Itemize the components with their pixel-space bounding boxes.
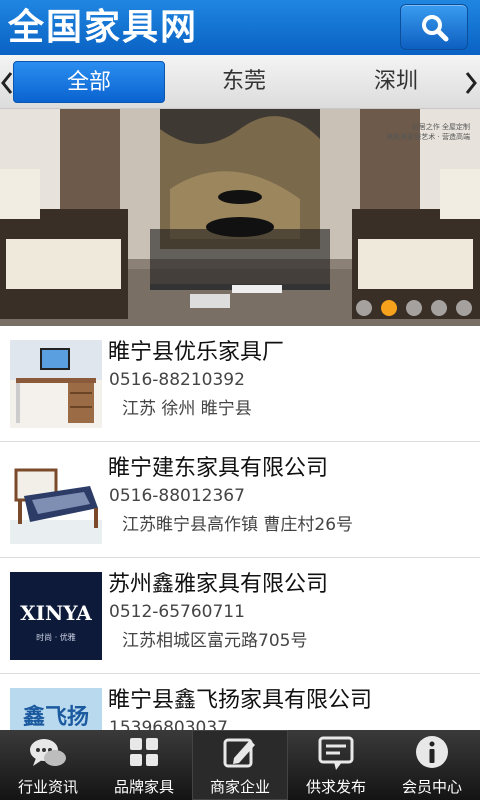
nav-brand-furniture[interactable]: 品牌家具 [96,730,192,800]
bed-thumbnail [10,456,102,544]
company-phone: 0516-88012367 [109,486,245,506]
chat-bubbles-icon [30,739,66,766]
company-phone: 0516-88210392 [109,370,245,390]
nav-label: 供求发布 [305,778,366,796]
banner-watermark-2: 美奥美家居艺术 · 营造高端 [386,132,470,141]
company-phone: 15396803037 [109,718,228,730]
company-phone: 0512-65760711 [109,602,245,622]
banner-carousel[interactable]: 佰居之作 全屋定制 美奥美家居艺术 · 营造高端 [0,109,480,326]
nav-member-center[interactable]: 会员中心 [384,730,480,800]
chevron-right-icon[interactable] [464,71,478,95]
carousel-dot-active[interactable] [381,300,397,316]
company-name: 苏州鑫雅家具有限公司 [108,572,329,597]
nav-label: 品牌家具 [113,778,174,796]
chevron-left-icon[interactable] [0,71,14,95]
xinya-logo: XINYA 时尚 · 优雅 [10,572,102,660]
xinya-logo-subtext: 时尚 · 优雅 [36,632,76,642]
info-icon [416,736,448,768]
carousel-indicator [356,300,472,316]
xinfeiyang-logo: 鑫飞扬 [10,688,102,730]
company-name: 睢宁建东家具有限公司 [108,456,329,481]
company-name: 睢宁县优乐家具厂 [108,340,285,365]
app-title: 全国家具网 [8,6,199,48]
carousel-dot[interactable] [431,300,447,316]
grid-icon [130,738,158,766]
tab-dongguan[interactable]: 东莞 [168,61,320,103]
xinya-logo-text: XINYA [20,601,92,625]
company-address: 江苏 徐州 睢宁县 [122,399,252,419]
carousel-dot[interactable] [406,300,422,316]
list-item[interactable]: 鑫飞扬 睢宁县鑫飞扬家具有限公司 15396803037 [0,674,480,730]
nav-supply-demand[interactable]: 供求发布 [288,730,384,800]
company-list: 睢宁县优乐家具厂 0516-88210392 江苏 徐州 睢宁县 睢宁建东家具有… [0,326,480,730]
company-address: 江苏相城区富元路705号 [122,631,308,651]
banner-image: 佰居之作 全屋定制 美奥美家居艺术 · 营造高端 [0,109,480,326]
carousel-dot[interactable] [356,300,372,316]
edit-icon [223,738,255,768]
nav-label: 行业资讯 [17,778,78,796]
app-header: 全国家具网 [0,0,480,55]
list-item[interactable]: 睢宁建东家具有限公司 0516-88012367 江苏睢宁县高作镇 曹庄村26号 [0,442,480,558]
xinfeiyang-logo-text: 鑫飞扬 [23,704,89,730]
city-tab-bar: 全部 东莞 深圳 [0,55,480,109]
nav-industry-news[interactable]: 行业资讯 [0,730,96,800]
company-name: 睢宁县鑫飞扬家具有限公司 [108,688,373,713]
search-button[interactable] [400,4,468,50]
tab-all[interactable]: 全部 [13,61,165,103]
list-item[interactable]: XINYA 时尚 · 优雅 苏州鑫雅家具有限公司 0512-65760711 江… [0,558,480,674]
carousel-dot[interactable] [456,300,472,316]
bottom-nav: 行业资讯 品牌家具 商家企业 供求发布 会员中心 [0,730,480,800]
banner-watermark-1: 佰居之作 全屋定制 [412,122,470,131]
list-item[interactable]: 睢宁县优乐家具厂 0516-88210392 江苏 徐州 睢宁县 [0,326,480,442]
tab-shenzhen[interactable]: 深圳 [320,61,472,103]
search-icon [422,15,449,42]
company-address: 江苏睢宁县高作镇 曹庄村26号 [122,515,354,535]
desk-thumbnail [10,340,102,428]
message-icon [318,736,354,770]
nav-merchants[interactable]: 商家企业 [192,730,288,800]
nav-label: 会员中心 [401,778,462,796]
nav-label: 商家企业 [209,778,270,796]
